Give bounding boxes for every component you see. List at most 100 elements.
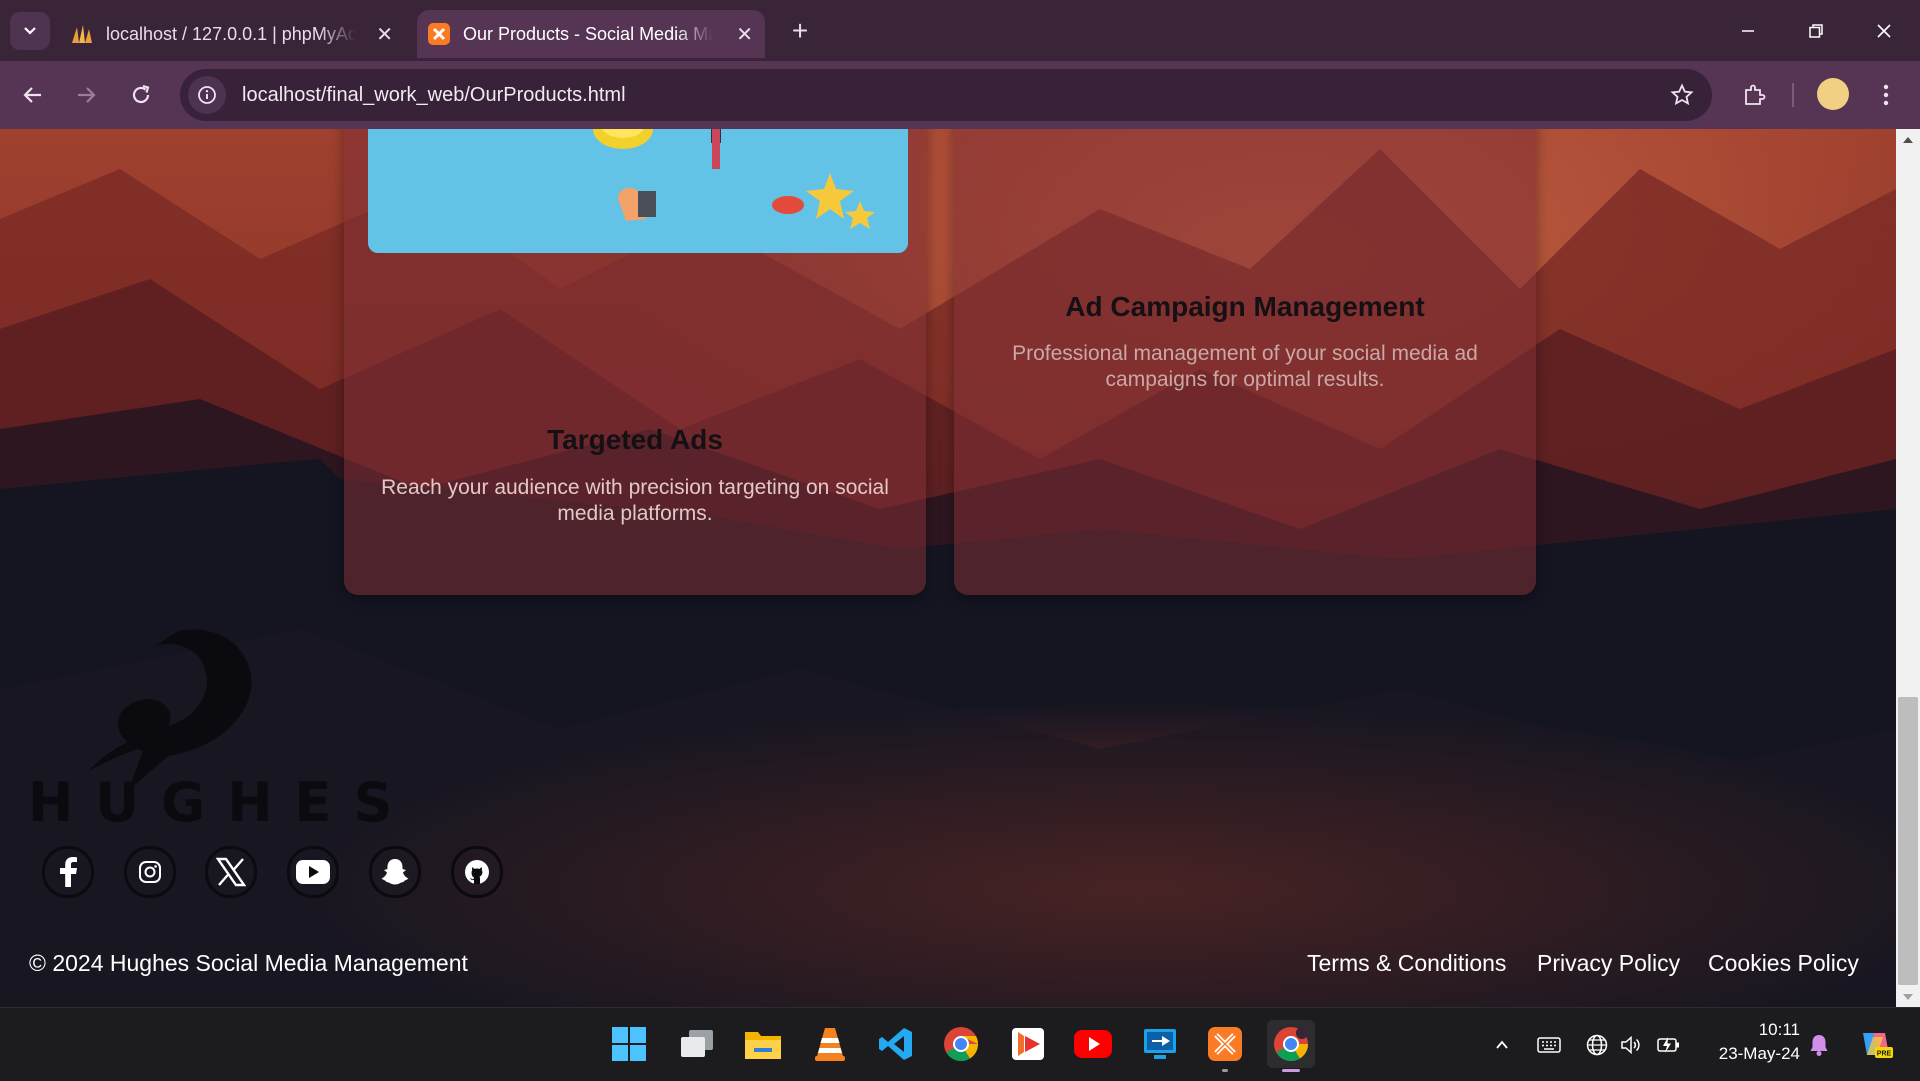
copyright-text: © 2024 Hughes Social Media Management — [29, 950, 468, 976]
privacy-link[interactable]: Privacy Policy — [1537, 950, 1680, 977]
snapchat-icon — [381, 859, 409, 885]
tab-title: localhost / 127.0.0.1 | phpMyAdmin — [106, 23, 356, 44]
logo-text: HUGHES — [28, 771, 415, 834]
bookmark-star-icon[interactable] — [1670, 83, 1694, 107]
keyboard-tray-button[interactable] — [1536, 1032, 1562, 1058]
copilot-button[interactable]: PRE — [1856, 1032, 1896, 1058]
arrow-right-icon — [78, 87, 96, 103]
start-button[interactable] — [605, 1020, 653, 1068]
card-description: Professional management of your social m… — [1012, 342, 1478, 391]
running-app-indicator — [1222, 1069, 1228, 1072]
tab-search-button[interactable] — [10, 12, 50, 50]
show-hidden-icons-button[interactable] — [1489, 1032, 1515, 1058]
extensions-button[interactable] — [1734, 75, 1774, 115]
chrome-menu-button[interactable] — [1866, 75, 1906, 115]
media-player-icon — [1012, 1028, 1044, 1060]
scroll-up-arrow[interactable] — [1900, 133, 1916, 147]
task-view-icon — [681, 1030, 713, 1057]
browser-toolbar: localhost/final_work_web/OurProducts.htm… — [0, 61, 1920, 129]
url-text[interactable]: localhost/final_work_web/OurProducts.htm… — [242, 84, 626, 107]
close-tab-icon[interactable]: ✕ — [376, 22, 393, 47]
new-tab-button[interactable]: + — [783, 14, 817, 48]
more-vert-icon — [1883, 84, 1889, 106]
close-window-button[interactable] — [1850, 0, 1918, 61]
chrome-icon — [944, 1027, 979, 1062]
product-card-targeted-ads: Targeted Ads Reach your audience with pr… — [344, 129, 926, 595]
github-link[interactable] — [451, 846, 503, 898]
speaker-icon — [1621, 1035, 1640, 1055]
vlc-button[interactable] — [806, 1020, 854, 1068]
xampp-icon — [427, 22, 451, 46]
instagram-icon — [139, 861, 161, 883]
toolbar-divider — [1792, 83, 1794, 107]
snapchat-link[interactable] — [369, 846, 421, 898]
card-title: Ad Campaign Management — [1065, 291, 1425, 322]
scrollbar-thumb[interactable] — [1898, 697, 1918, 985]
facebook-link[interactable] — [42, 846, 94, 898]
reload-button[interactable] — [121, 75, 161, 115]
card-title: Targeted Ads — [547, 424, 723, 455]
chrome-canary-icon — [1274, 1027, 1309, 1062]
restore-button[interactable] — [1782, 0, 1850, 61]
clock-time: 10:11 — [1758, 1020, 1800, 1039]
scroll-down-arrow[interactable] — [1900, 990, 1916, 1004]
tab-title: Our Products - Social Media Management — [463, 23, 713, 44]
remote-desktop-icon — [1144, 1029, 1176, 1059]
notifications-button[interactable] — [1806, 1032, 1832, 1058]
volume-tray-button[interactable] — [1618, 1032, 1644, 1058]
x-icon — [216, 857, 246, 887]
svg-text:PRE: PRE — [1877, 1051, 1892, 1058]
facebook-icon — [60, 857, 77, 887]
tab-our-products[interactable]: Our Products - Social Media Management ✕ — [417, 10, 765, 58]
minimize-button[interactable] — [1714, 0, 1782, 61]
xampp-icon — [1208, 1027, 1242, 1061]
product-card-ad-campaign-management: Ad Campaign Management Professional mana… — [954, 129, 1536, 595]
card-description: Reach your audience with precision targe… — [381, 476, 889, 525]
active-app-indicator — [1282, 1069, 1300, 1072]
page-viewport: Targeted Ads Reach your audience with pr… — [0, 129, 1896, 1007]
youtube-link[interactable] — [287, 846, 339, 898]
tab-strip: localhost / 127.0.0.1 | phpMyAdmin ✕ Our… — [0, 0, 1920, 61]
clock-date: 23-May-24 — [1718, 1044, 1800, 1063]
remote-desktop-button[interactable] — [1136, 1020, 1184, 1068]
taskbar-clock[interactable]: 10:11 23-May-24 — [1700, 1018, 1800, 1066]
vlc-icon — [815, 1028, 845, 1061]
media-player-button[interactable] — [1004, 1020, 1052, 1068]
address-bar[interactable]: localhost/final_work_web/OurProducts.htm… — [180, 69, 1712, 121]
network-tray-button[interactable] — [1584, 1032, 1610, 1058]
keyboard-icon — [1537, 1037, 1561, 1053]
file-explorer-icon — [745, 1032, 781, 1059]
youtube-icon — [1074, 1030, 1112, 1058]
close-tab-icon[interactable]: ✕ — [736, 22, 753, 47]
instagram-link[interactable] — [124, 846, 176, 898]
cookies-link[interactable]: Cookies Policy — [1708, 950, 1859, 977]
youtube-app-button[interactable] — [1069, 1020, 1117, 1068]
reload-icon — [132, 84, 150, 104]
github-icon — [465, 860, 489, 884]
terms-link[interactable]: Terms & Conditions — [1307, 950, 1506, 977]
vscode-button[interactable] — [872, 1020, 920, 1068]
chrome-active-button[interactable] — [1267, 1020, 1315, 1068]
x-link[interactable] — [205, 846, 257, 898]
chevron-up-icon — [1496, 1040, 1508, 1049]
youtube-icon — [296, 860, 330, 884]
battery-charging-icon — [1657, 1037, 1679, 1053]
vscode-icon — [879, 1028, 912, 1060]
profile-avatar[interactable] — [1817, 78, 1849, 110]
file-explorer-button[interactable] — [739, 1020, 787, 1068]
close-icon — [1877, 23, 1891, 38]
task-view-button[interactable] — [673, 1020, 721, 1068]
forward-button[interactable] — [66, 75, 106, 115]
battery-tray-button[interactable] — [1656, 1032, 1682, 1058]
mountain-background — [0, 129, 1896, 1007]
puzzle-icon — [1745, 84, 1766, 105]
tab-phpmyadmin[interactable]: localhost / 127.0.0.1 | phpMyAdmin ✕ — [60, 10, 405, 58]
copilot-icon: PRE — [1863, 1033, 1893, 1058]
globe-icon — [1586, 1034, 1608, 1056]
xampp-app-button[interactable] — [1201, 1020, 1249, 1068]
back-button[interactable] — [13, 75, 53, 115]
site-info-icon[interactable] — [188, 76, 226, 114]
chrome-button[interactable] — [937, 1020, 985, 1068]
windows-start-icon — [612, 1027, 646, 1061]
phpmyadmin-icon — [70, 22, 94, 46]
